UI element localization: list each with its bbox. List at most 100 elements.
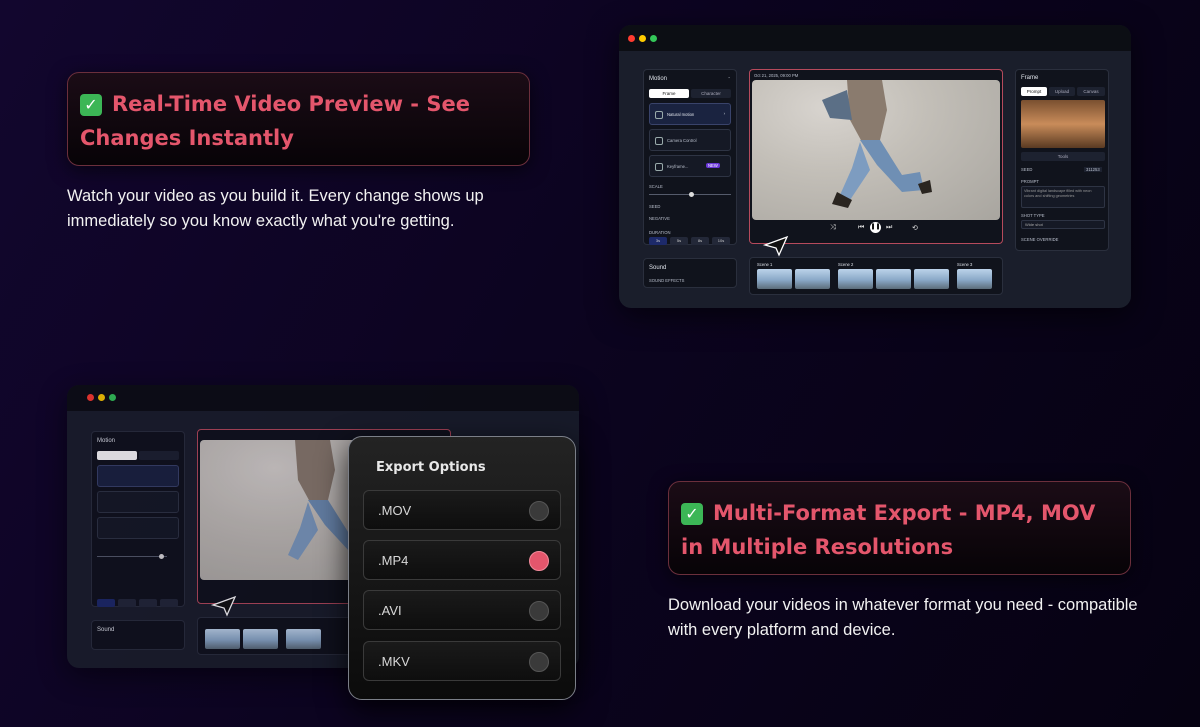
panel-title: Motion — [97, 438, 116, 444]
shuffle-icon[interactable]: ⤨ — [830, 224, 836, 232]
shot-type-select[interactable]: Wide shot — [1021, 220, 1105, 229]
scene-thumbnail[interactable] — [957, 269, 992, 289]
option-label: Camera Control — [667, 138, 697, 143]
previous-icon[interactable]: ⏮ — [858, 224, 864, 232]
scene-thumbnail[interactable] — [243, 629, 278, 649]
option-label: Keyframe... — [667, 164, 689, 169]
option-natural-motion[interactable]: Natural motion › — [649, 103, 731, 125]
tab-upload[interactable]: Upload — [1049, 87, 1075, 96]
tools-dropdown[interactable]: Tools — [1021, 152, 1105, 161]
negative-label: NEGATIVE — [649, 216, 670, 221]
window-titlebar — [619, 25, 1131, 51]
sound-title: Sound — [97, 627, 115, 633]
scale-slider[interactable] — [649, 192, 731, 197]
format-radio-selected[interactable] — [529, 551, 549, 571]
format-label: .MOV — [378, 503, 412, 518]
pause-icon[interactable]: ❚❚ — [870, 222, 881, 233]
export-options-title: Export Options — [376, 460, 486, 475]
feature-heading-card: ✓ Real-Time Video Preview - See Changes I… — [67, 72, 530, 166]
motion-panel: Motion ⌃ Frame Character Natural motion … — [643, 69, 737, 245]
tab-frame[interactable]: Frame — [649, 89, 689, 98]
tab-canvas[interactable]: Canvas — [1077, 87, 1105, 96]
option-camera-control[interactable] — [97, 491, 179, 513]
tab-character[interactable] — [139, 451, 179, 460]
format-option-avi[interactable]: .AVI — [363, 590, 561, 630]
duration-10s[interactable]: 10s — [712, 237, 730, 245]
slider-knob[interactable] — [689, 192, 694, 197]
scene-thumbnail[interactable] — [757, 269, 792, 289]
scene-thumbnail[interactable] — [205, 629, 240, 649]
option-keyframe[interactable] — [97, 517, 179, 539]
duration-8s[interactable] — [139, 599, 157, 607]
prompt-textarea[interactable]: Vibrant digital landscape filled with ne… — [1021, 186, 1105, 208]
motion-panel: Motion — [91, 431, 185, 607]
keyframe-icon — [655, 163, 663, 171]
format-radio[interactable] — [529, 601, 549, 621]
slider-knob[interactable] — [159, 554, 164, 559]
video-frame — [752, 80, 1000, 220]
duration-8s[interactable]: 8s — [691, 237, 709, 245]
scene-label: Scene 3 — [957, 262, 973, 267]
pointer-cursor-icon — [763, 235, 789, 257]
format-option-mkv[interactable]: .MKV — [363, 641, 561, 681]
duration-10s[interactable] — [160, 599, 178, 607]
format-option-mp4[interactable]: .MP4 — [363, 540, 561, 580]
editor-window: Motion ⌃ Frame Character Natural motion … — [619, 25, 1131, 308]
panel-title: Frame — [1021, 75, 1039, 81]
camera-icon — [655, 137, 663, 145]
new-badge: NEW — [706, 163, 720, 168]
maximize-dot-icon — [109, 394, 116, 401]
chevron-up-icon[interactable]: ⌃ — [727, 76, 731, 81]
option-keyframe[interactable]: Keyframe... NEW — [649, 155, 731, 177]
duration-3s[interactable]: 3s — [649, 237, 667, 245]
feature-title-text: Real-Time Video Preview - See Changes In… — [80, 92, 470, 150]
feature-title-text: Multi-Format Export - MP4, MOV in Multip… — [681, 501, 1096, 559]
checkmark-icon: ✓ — [80, 94, 102, 116]
export-options-panel: Export Options .MOV .MP4 .AVI .MKV — [348, 436, 576, 700]
frame-panel: Frame Prompt Upload Canvas Tools SEED 31… — [1015, 69, 1109, 251]
duration-label: DURATION — [649, 230, 671, 235]
scene-label: Scene 2 — [838, 262, 854, 267]
repeat-icon[interactable]: ⟲ — [912, 224, 918, 232]
preview-timestamp: Oct 21, 2025, 09:00 PM — [754, 73, 799, 78]
seed-label: SEED — [1021, 167, 1033, 172]
tab-frame[interactable] — [97, 451, 137, 460]
checkmark-icon: ✓ — [681, 503, 703, 525]
shot-type-label: SHOT TYPE — [1021, 213, 1045, 218]
duration-5s[interactable]: 5s — [670, 237, 688, 245]
format-option-mov[interactable]: .MOV — [363, 490, 561, 530]
tab-prompt[interactable]: Prompt — [1021, 87, 1047, 96]
feature-description: Watch your video as you build it. Every … — [67, 187, 484, 230]
format-label: .AVI — [378, 603, 402, 618]
scene-thumbnail[interactable] — [914, 269, 949, 289]
tab-character[interactable]: Character — [691, 89, 731, 98]
seed-label: SEED — [649, 204, 661, 209]
seed-value[interactable]: 311253 — [1084, 167, 1102, 172]
option-natural-motion[interactable] — [97, 465, 179, 487]
scene-thumbnail[interactable] — [838, 269, 873, 289]
dancer-figure — [822, 80, 932, 208]
motion-icon — [655, 111, 663, 119]
option-camera-control[interactable]: Camera Control — [649, 129, 731, 151]
option-label: Natural motion — [667, 112, 695, 117]
maximize-dot-icon — [650, 35, 657, 42]
window-titlebar — [67, 385, 579, 411]
scale-label: SCALE — [649, 184, 663, 189]
duration-3s[interactable] — [97, 599, 115, 607]
minimize-dot-icon — [98, 394, 105, 401]
scale-slider[interactable] — [97, 554, 167, 559]
sound-title: Sound — [649, 265, 667, 271]
sound-effects-label: SOUND EFFECTS — [649, 278, 685, 283]
scene-thumbnail[interactable] — [286, 629, 321, 649]
format-label: .MP4 — [378, 553, 409, 568]
format-radio[interactable] — [529, 501, 549, 521]
format-radio[interactable] — [529, 652, 549, 672]
panel-title: Motion — [649, 76, 668, 82]
next-icon[interactable]: ⏭ — [886, 224, 892, 232]
feature-title: ✓ Multi-Format Export - MP4, MOV in Multi… — [681, 496, 1118, 564]
pointer-cursor-icon — [211, 595, 237, 617]
scene-thumbnail[interactable] — [795, 269, 830, 289]
minimize-dot-icon — [639, 35, 646, 42]
duration-5s[interactable] — [118, 599, 136, 607]
scene-thumbnail[interactable] — [876, 269, 911, 289]
